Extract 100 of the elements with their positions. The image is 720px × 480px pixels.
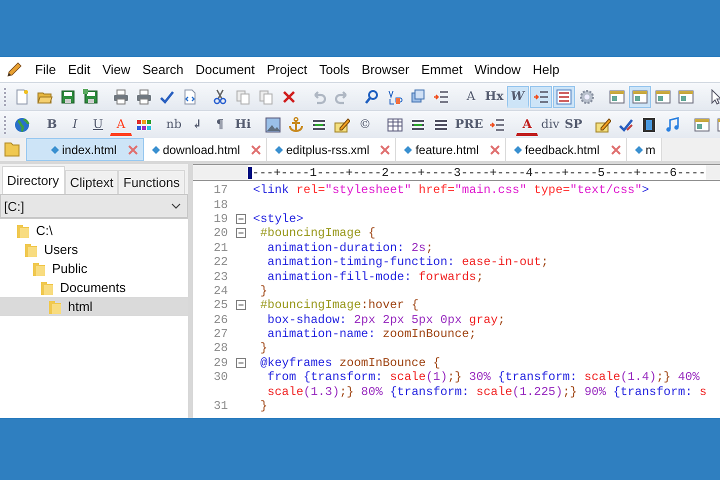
menu-item[interactable]: File — [29, 62, 62, 77]
toolbar-button[interactable]: ↲ — [186, 114, 208, 136]
open-tab[interactable]: editplus-rss.xml — [267, 138, 396, 161]
tree-item[interactable]: Documents — [0, 278, 188, 297]
diamond-icon — [634, 146, 643, 154]
copy-icon — [235, 88, 251, 104]
code-line: animation-timing-function: ease-in-out; — [266, 255, 548, 270]
folder-icon — [40, 280, 54, 296]
toolbar-button[interactable] — [628, 86, 650, 108]
close-icon[interactable] — [610, 144, 621, 154]
tab-label: feature.html — [415, 142, 479, 156]
toolbar-button[interactable]: SP — [562, 114, 584, 136]
scissors-icon — [212, 88, 228, 104]
toolbar-button[interactable]: W — [506, 86, 528, 108]
line-number: 17 — [212, 183, 228, 198]
menu-item[interactable]: Help — [526, 62, 566, 77]
toolbar-button[interactable]: PRE — [453, 114, 486, 136]
open-tab[interactable]: feedback.html — [506, 138, 627, 161]
code-line: } — [259, 399, 268, 414]
tree-item[interactable]: Users — [0, 240, 188, 259]
pencil-icon — [5, 60, 23, 78]
line-number: 23 — [212, 270, 228, 284]
toolbar-button[interactable]: nb — [163, 114, 185, 136]
picture-frame-icon — [265, 116, 281, 132]
printer-icon — [136, 88, 152, 104]
folder-icon[interactable] — [4, 140, 20, 158]
toolbar-button[interactable]: B — [41, 114, 63, 136]
tree-item[interactable]: Public — [0, 259, 188, 278]
sidebar-tab[interactable]: Directory — [2, 166, 66, 194]
line-number: 29 — [212, 356, 228, 370]
line-number: 20 — [212, 226, 228, 240]
cube-icon — [410, 88, 426, 104]
column-ruler: ---+----1----+----2----+----3----+----4----+----5----+----6---- — [248, 165, 706, 180]
toolbar-button[interactable]: A — [460, 86, 482, 108]
sidebar-tab[interactable]: Cliptext — [65, 170, 118, 194]
cross-icon — [281, 88, 297, 104]
menu-item[interactable]: View — [96, 62, 136, 77]
pencil-icon — [334, 116, 350, 132]
menu-item[interactable]: Window — [468, 62, 527, 77]
toolbar-button[interactable]: Hi — [232, 114, 254, 136]
toolbar-button[interactable]: Hx — [483, 86, 506, 108]
folder-icon — [24, 242, 38, 258]
line-number: 31 — [212, 399, 228, 414]
open-tab[interactable]: m — [626, 138, 662, 161]
open-tab[interactable]: download.html — [144, 138, 268, 161]
menu-item[interactable]: Browser — [356, 62, 416, 77]
menu-item[interactable]: Tools — [313, 62, 356, 77]
diamond-icon — [404, 146, 412, 154]
tab-label: download.html — [162, 142, 240, 156]
tree-item[interactable]: html — [0, 297, 188, 316]
code-line: from {transform: scale(1);} 30% {transform: scale(1.4);} 40% — [266, 370, 700, 384]
tab-label: editplus-rss.xml — [286, 142, 370, 156]
drive-label: [C:] — [4, 198, 24, 214]
toolbar-button[interactable]: div — [539, 114, 562, 136]
close-icon[interactable] — [380, 144, 390, 154]
anchor-icon — [288, 116, 304, 132]
open-tab[interactable]: index.html — [26, 138, 144, 161]
menu-item[interactable]: Emmet — [415, 62, 468, 77]
folder-icon — [32, 260, 46, 276]
close-icon[interactable] — [490, 144, 500, 154]
close-icon[interactable] — [251, 144, 262, 154]
toolbar-button[interactable]: U — [87, 114, 109, 136]
redo-icon — [334, 88, 350, 104]
code-line: <style> — [253, 212, 304, 226]
folder-icon — [48, 298, 62, 314]
toolbar-button[interactable]: I — [64, 114, 86, 136]
line-number: 28 — [212, 341, 228, 356]
collapse-icon[interactable] — [236, 214, 246, 224]
menu-item[interactable]: Search — [136, 62, 190, 77]
chevron-down-icon — [171, 203, 181, 209]
code-line: animation-duration: 2s; — [266, 240, 434, 255]
open-tab[interactable]: feature.html — [396, 138, 506, 161]
toolbar-button[interactable]: ¶ — [209, 114, 231, 136]
window-icon — [678, 88, 694, 104]
search-icon — [364, 88, 380, 104]
checkmark-icon — [618, 116, 634, 132]
toolbar-button[interactable] — [552, 86, 574, 108]
toolbar-button[interactable] — [530, 86, 552, 108]
collapse-icon[interactable] — [236, 358, 246, 368]
pencil-icon — [595, 116, 612, 132]
code-line: } — [259, 341, 268, 356]
menu-item[interactable]: Project — [260, 62, 314, 77]
line-number: 25 — [212, 298, 228, 312]
drive-dropdown[interactable]: [C:] — [0, 194, 188, 218]
code-line: @keyframes zoomInBounce { — [259, 356, 440, 370]
code-document-icon — [182, 88, 198, 104]
toolbar-button[interactable]: © — [354, 114, 376, 136]
menu-item[interactable]: Document — [190, 62, 261, 77]
code-line: box-shadow: 2px 2px 5px 0px gray; — [266, 312, 506, 327]
collapse-icon[interactable] — [236, 228, 246, 238]
tree-item[interactable]: C:\ — [0, 221, 188, 240]
folder-icon — [16, 222, 30, 238]
code-line: scale(1.3);} 80% {transform: scale(1.225);} 90% {transform: s — [266, 384, 707, 399]
window-icon — [654, 88, 670, 104]
menu-item[interactable]: Edit — [62, 62, 96, 77]
sidebar-tab[interactable]: Functions — [118, 170, 185, 194]
code-line: animation-name: zoomInBounce; — [266, 327, 476, 342]
collapse-icon[interactable] — [236, 300, 246, 310]
window-icon — [608, 88, 624, 104]
line-number: 18 — [212, 198, 228, 212]
